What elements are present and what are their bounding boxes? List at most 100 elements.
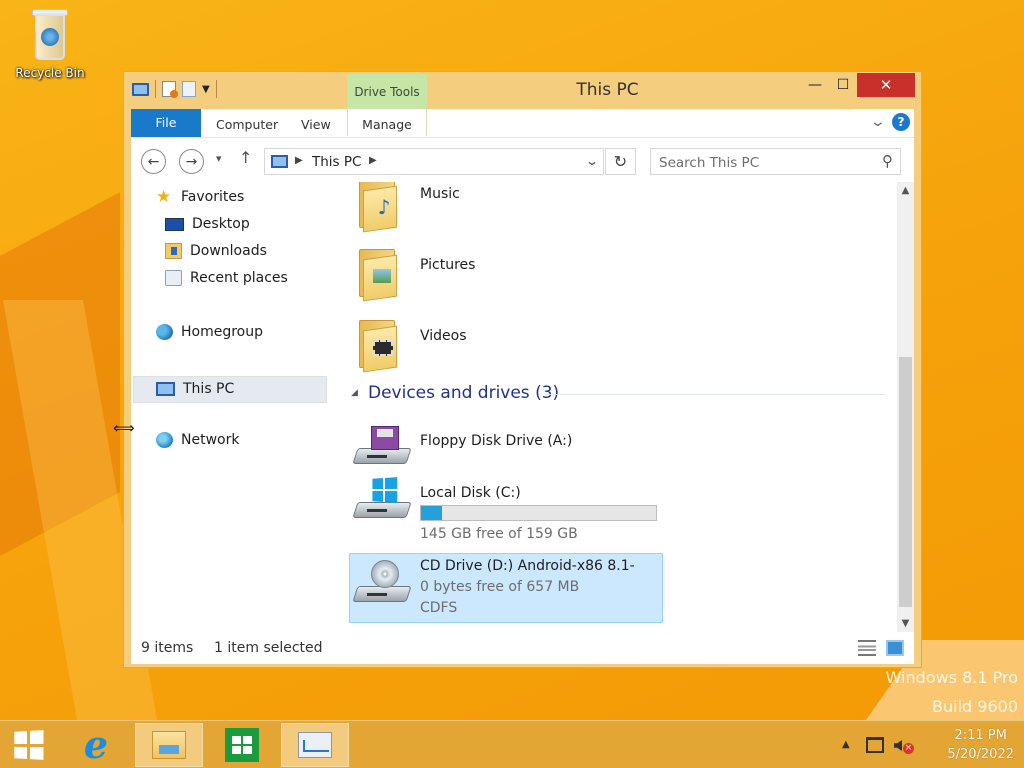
large-icons-view-icon[interactable] — [886, 640, 904, 656]
status-item-count: 9 items — [141, 640, 194, 656]
nav-item-label: Favorites — [181, 189, 245, 205]
search-placeholder: Search This PC — [659, 155, 760, 171]
file-explorer-window: ▼ Drive Tools This PC — ☐ ✕ File Compute… — [123, 71, 922, 668]
clock-time: 2:11 PM — [954, 728, 1007, 743]
breadcrumb-chevron-icon[interactable]: ▶ — [369, 155, 377, 166]
os-watermark-edition: Windows 8.1 Pro — [885, 668, 1018, 687]
help-icon[interactable]: ? — [892, 113, 910, 131]
this-pc-icon — [156, 382, 175, 396]
taskbar-internet-explorer[interactable]: e — [62, 723, 130, 767]
collapse-group-icon[interactable]: ◢ — [351, 388, 358, 398]
store-icon — [225, 728, 259, 762]
start-button[interactable] — [0, 723, 62, 767]
scroll-down-arrow-icon[interactable]: ▼ — [897, 615, 914, 632]
nav-item-desktop[interactable]: Desktop — [165, 213, 250, 235]
nav-item-label: Homegroup — [181, 324, 264, 340]
internet-explorer-icon: e — [83, 722, 109, 767]
notification-area: ▲ × 2:11 PM 5/20/2022 — [834, 721, 1024, 768]
nav-item-label: Desktop — [192, 216, 250, 232]
nav-item-label: Recent places — [190, 270, 288, 286]
nav-item-this-pc[interactable]: This PC — [156, 378, 234, 400]
pictures-folder-icon[interactable] — [357, 245, 405, 302]
desktop-icon — [165, 217, 184, 231]
resize-cursor-icon: ⟺ — [113, 419, 135, 437]
window-controls: — ☐ ✕ — [801, 73, 915, 97]
taskbar-file-explorer[interactable] — [135, 723, 203, 767]
title-bar[interactable]: ▼ Drive Tools This PC — ☐ ✕ — [124, 72, 921, 109]
local-disk-icon[interactable] — [352, 477, 413, 526]
expand-ribbon-chevron-icon[interactable]: ⌄ — [870, 114, 886, 130]
performance-monitor-icon — [298, 732, 332, 758]
nav-item-network[interactable]: Network — [156, 429, 239, 451]
desktop-icon-recycle-bin[interactable]: Recycle Bin — [8, 6, 92, 80]
network-icon — [156, 432, 173, 448]
nav-item-label: Downloads — [190, 243, 267, 259]
nav-item-label: Network — [181, 432, 240, 448]
file-explorer-icon — [152, 731, 186, 759]
ribbon-tabs: File Computer View Manage ⌄ ? — [131, 108, 914, 137]
music-folder-icon[interactable]: ♪ — [357, 182, 405, 233]
taskbar-store[interactable] — [208, 723, 276, 767]
search-input[interactable]: Search This PC ⚲ — [650, 148, 901, 175]
group-divider — [545, 394, 885, 395]
videos-folder-icon[interactable] — [357, 316, 405, 373]
os-watermark-build: Build 9600 — [932, 697, 1018, 716]
address-bar[interactable]: ▶ This PC ▶ ⌄ — [264, 148, 604, 175]
folder-label-videos[interactable]: Videos — [420, 328, 467, 344]
nav-item-recent-places[interactable]: Recent places — [165, 267, 288, 289]
vertical-scrollbar[interactable]: ▲ ▼ — [897, 182, 914, 632]
drive-filesystem-cd: CDFS — [420, 600, 458, 616]
search-icon[interactable]: ⚲ — [882, 152, 893, 170]
explorer-body: ← → ▾ ↑ ▶ This PC ▶ ⌄ ↻ Search This PC ⚲… — [131, 137, 914, 664]
folder-label-pictures[interactable]: Pictures — [420, 257, 475, 273]
scroll-up-arrow-icon[interactable]: ▲ — [897, 182, 914, 199]
downloads-icon — [165, 243, 182, 259]
taskbar-performance-monitor[interactable] — [281, 723, 349, 767]
folder-label-music[interactable]: Music — [420, 186, 460, 202]
close-button[interactable]: ✕ — [857, 73, 915, 97]
nav-item-favorites[interactable]: ★ Favorites — [156, 186, 244, 208]
drive-space-cd: 0 bytes free of 657 MB — [420, 579, 580, 595]
recent-places-icon — [165, 270, 182, 286]
floppy-drive-icon[interactable] — [352, 424, 413, 472]
clock[interactable]: 2:11 PM 5/20/2022 — [947, 726, 1014, 764]
windows-logo-icon — [14, 730, 44, 760]
group-title: Devices and drives (3) — [368, 383, 560, 403]
breadcrumb-chevron-icon[interactable]: ▶ — [295, 155, 303, 166]
nav-item-downloads[interactable]: Downloads — [165, 240, 267, 262]
clock-date: 5/20/2022 — [947, 747, 1014, 762]
recent-locations-chevron-icon[interactable]: ▾ — [216, 152, 222, 165]
scrollbar-thumb[interactable] — [899, 357, 912, 607]
maximize-button[interactable]: ☐ — [829, 73, 857, 97]
recycle-bin-icon — [27, 6, 73, 62]
up-button[interactable]: ↑ — [239, 148, 252, 167]
this-pc-icon — [271, 155, 288, 168]
tab-manage[interactable]: Manage — [347, 108, 427, 136]
desktop-icon-label: Recycle Bin — [15, 66, 85, 80]
status-selection: 1 item selected — [214, 640, 323, 656]
tab-file[interactable]: File — [131, 109, 201, 137]
breadcrumb-location[interactable]: This PC — [312, 154, 361, 170]
drive-space-local-disk: 145 GB free of 159 GB — [420, 526, 578, 542]
forward-button[interactable]: → — [179, 149, 204, 174]
show-hidden-icons-chevron-icon[interactable]: ▲ — [842, 739, 850, 750]
nav-item-homegroup[interactable]: Homegroup — [156, 321, 263, 343]
navigation-pane: ★ Favorites Desktop Downloads Recent pla… — [131, 182, 331, 632]
group-header-devices[interactable]: ◢ Devices and drives (3) — [345, 382, 885, 408]
refresh-button[interactable]: ↻ — [605, 148, 636, 175]
minimize-button[interactable]: — — [801, 73, 829, 97]
tab-computer[interactable]: Computer — [216, 109, 278, 137]
nav-item-label: This PC — [183, 381, 235, 397]
tab-view[interactable]: View — [301, 109, 331, 137]
drive-name-floppy[interactable]: Floppy Disk Drive (A:) — [420, 433, 572, 449]
volume-muted-icon[interactable]: × — [894, 737, 914, 755]
drive-name-cd[interactable]: CD Drive (D:) Android-x86 8.1- — [420, 558, 635, 574]
back-button[interactable]: ← — [141, 149, 166, 174]
drive-name-local-disk[interactable]: Local Disk (C:) — [420, 485, 521, 501]
cd-drive-icon[interactable] — [352, 560, 413, 610]
network-status-icon[interactable] — [866, 737, 884, 753]
details-view-icon[interactable] — [858, 640, 876, 656]
homegroup-icon — [156, 324, 173, 340]
address-history-chevron-icon[interactable]: ⌄ — [585, 154, 599, 168]
drive-usage-bar — [420, 505, 657, 521]
